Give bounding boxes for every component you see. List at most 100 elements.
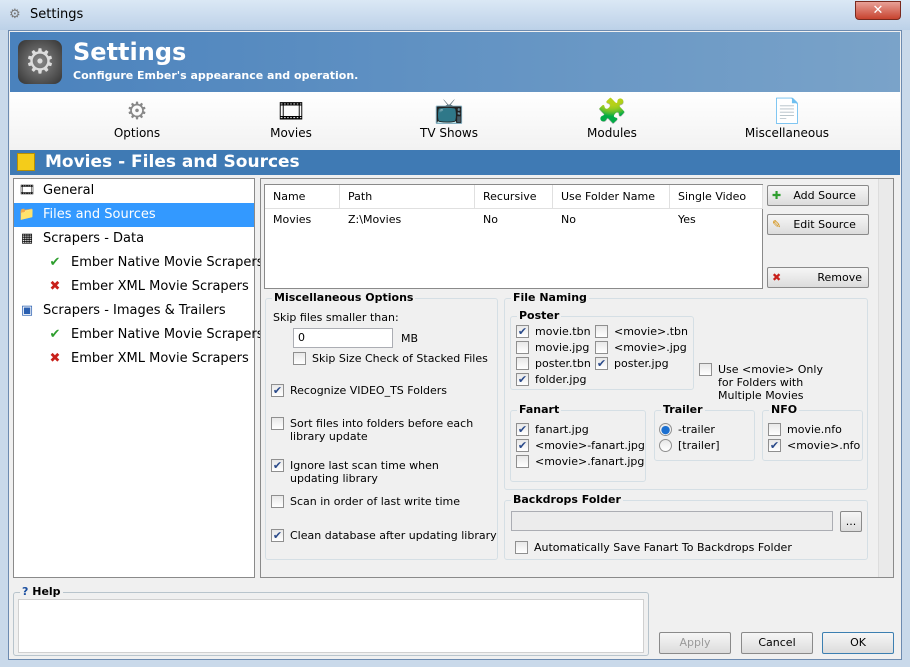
fanart-movie-dot[interactable]: <movie>.fanart.jpg [516, 455, 644, 468]
fanart-movie-dash[interactable]: ✔ <movie>-fanart.jpg [516, 439, 645, 452]
tree-label: General [43, 183, 95, 198]
close-button[interactable]: ✕ [855, 1, 901, 20]
tab-tv-shows[interactable]: 📺 TV Shows [389, 96, 509, 140]
header-subtitle: Configure Ember's appearance and operati… [73, 69, 359, 82]
button-label: Add Source [793, 189, 856, 202]
auto-save-fanart-checkbox[interactable]: Automatically Save Fanart To Backdrops F… [515, 541, 792, 554]
ok-button[interactable]: OK [822, 632, 894, 654]
column-header[interactable]: Path [340, 185, 475, 209]
poster-folder-jpg[interactable]: ✔ folder.jpg [516, 373, 586, 386]
tab-label: Miscellaneous [744, 126, 830, 140]
cell: Yes [678, 213, 696, 226]
poster-poster-tbn[interactable]: poster.tbn [516, 357, 591, 370]
tab-miscellaneous[interactable]: 📄 Miscellaneous [727, 96, 847, 140]
cell: No [561, 213, 576, 226]
nfo-movie[interactable]: movie.nfo [768, 423, 842, 436]
tree-item-scrapers-data[interactable]: ▦ Scrapers - Data [18, 227, 144, 251]
tree-label: Ember XML Movie Scrapers [71, 351, 249, 366]
apply-button[interactable]: Apply [659, 632, 731, 654]
misc-options-group: Miscellaneous Options Skip files smaller… [265, 291, 498, 560]
tree-label: Scrapers - Data [43, 231, 145, 246]
scan-order-checkbox[interactable]: Scan in order of last write time [271, 495, 460, 508]
poster-movie-name-jpg[interactable]: <movie>.jpg [595, 341, 687, 354]
unit-label: MB [401, 332, 419, 345]
column-header[interactable]: Name [265, 185, 340, 209]
sort-files-checkbox[interactable]: Sort files into folders before each libr… [271, 417, 491, 443]
tab-options[interactable]: ⚙ Options [77, 96, 197, 140]
checkbox-label: <movie>.tbn [614, 325, 688, 338]
backdrops-folder-input[interactable] [511, 511, 833, 531]
toolbar: ⚙ Options 🎞 Movies 📺 TV Shows 🧩 Modules 📄 Mis… [10, 92, 900, 150]
group-title: Trailer [661, 403, 705, 416]
skip-size-input[interactable]: 0 [293, 328, 393, 348]
skip-size-label: Skip files smaller than: [273, 311, 399, 324]
checkbox-label: Skip Size Check of Stacked Files [312, 352, 488, 365]
trailer-bracket-radio[interactable]: [trailer] [659, 439, 720, 452]
checkbox-label: <movie>.nfo [787, 439, 861, 452]
radio-label: -trailer [678, 423, 715, 436]
browse-button[interactable]: ... [840, 511, 862, 532]
cancel-button[interactable]: Cancel [741, 632, 813, 654]
help-group: ? Help [13, 585, 649, 656]
gear-icon: ⚙ [126, 97, 148, 125]
poster-poster-jpg[interactable]: ✔ poster.jpg [595, 357, 669, 370]
tab-modules[interactable]: 🧩 Modules [552, 96, 672, 140]
tree-item-native-image-scrapers[interactable]: ✔ Ember Native Movie Scrapers [46, 323, 264, 347]
button-label: Edit Source [793, 218, 856, 231]
add-source-button[interactable]: ✚ Add Source [767, 185, 869, 206]
tab-movies[interactable]: 🎞 Movies [231, 96, 351, 140]
button-label: Remove [817, 271, 862, 284]
poster-movie-jpg[interactable]: movie.jpg [516, 341, 589, 354]
film-icon: 🎞 [18, 183, 36, 198]
checkbox-label: Clean database after updating library [290, 529, 497, 542]
tree-item-native-data-scrapers[interactable]: ✔ Ember Native Movie Scrapers [46, 251, 264, 275]
column-header[interactable]: Single Video [670, 185, 763, 209]
check-icon: ✔ [49, 327, 61, 342]
tree-item-xml-data-scrapers[interactable]: ✖ Ember XML Movie Scrapers [46, 275, 249, 299]
checkbox-label: fanart.jpg [535, 423, 589, 436]
clean-db-checkbox[interactable]: ✔ Clean database after updating library [271, 529, 497, 542]
poster-movie-tbn[interactable]: ✔ movie.tbn [516, 325, 591, 338]
tree-item-xml-image-scrapers[interactable]: ✖ Ember XML Movie Scrapers [46, 347, 249, 371]
check-icon: ✔ [49, 255, 61, 270]
tree-item-files-and-sources[interactable]: 📁 Files and Sources [14, 203, 254, 227]
trailer-dash-radio[interactable]: ● -trailer [659, 423, 715, 436]
group-title: Poster [517, 309, 562, 322]
tree-label: Scrapers - Images & Trailers [43, 303, 226, 318]
settings-gear-icon: ⚙ [9, 7, 21, 22]
column-header[interactable]: Recursive [475, 185, 553, 209]
video-ts-checkbox[interactable]: ✔ Recognize VIDEO_TS Folders [271, 384, 447, 397]
vertical-scrollbar[interactable] [878, 179, 893, 577]
cell: Movies [273, 213, 312, 226]
tab-label: TV Shows [420, 126, 478, 140]
checkbox-label: Use <movie> Only for Folders with Multip… [718, 363, 823, 402]
scraper-icon: ▦ [20, 231, 34, 246]
fanart-jpg[interactable]: ✔ fanart.jpg [516, 423, 589, 436]
column-header[interactable]: Use Folder Name [553, 185, 670, 209]
tree-item-general[interactable]: 🎞 General [18, 179, 250, 203]
settings-app-icon: ⚙ [18, 40, 62, 84]
x-icon: ✖ [49, 279, 61, 294]
radio-label: [trailer] [678, 439, 720, 452]
edit-source-button[interactable]: ✎ Edit Source [767, 214, 869, 235]
checkbox-label: Recognize VIDEO_TS Folders [290, 384, 448, 397]
x-icon: ✖ [772, 271, 782, 284]
group-title: NFO [769, 403, 800, 416]
checkbox-label: movie.jpg [535, 341, 590, 354]
ignore-scan-checkbox[interactable]: ✔ Ignore last scan time when updating lib… [271, 459, 491, 485]
remove-source-button[interactable]: ✖ Remove [767, 267, 869, 288]
checkbox-label: Sort files into folders before each libr… [290, 417, 474, 443]
tree-item-scrapers-images[interactable]: ▣ Scrapers - Images & Trailers [18, 299, 226, 323]
nfo-movie-name[interactable]: ✔ <movie>.nfo [768, 439, 860, 452]
help-label: Help [32, 585, 61, 598]
use-movie-only-checkbox[interactable]: Use <movie> Only for Folders with Multip… [699, 363, 839, 402]
folder-icon [17, 153, 35, 171]
x-icon: ✖ [49, 351, 61, 366]
nfo-group: NFO movie.nfo ✔ <movie>.nfo [762, 403, 863, 461]
checkbox-label: Scan in order of last write time [290, 495, 461, 508]
checkbox-label: Automatically Save Fanart To Backdrops F… [534, 541, 792, 554]
poster-movie-name-tbn[interactable]: <movie>.tbn [595, 325, 688, 338]
skip-stacked-checkbox[interactable]: Skip Size Check of Stacked Files [293, 352, 488, 365]
help-icon: ? [22, 585, 29, 598]
settings-tree: 🎞 General 📁 Files and Sources ▦ Scrapers - … [13, 178, 264, 578]
